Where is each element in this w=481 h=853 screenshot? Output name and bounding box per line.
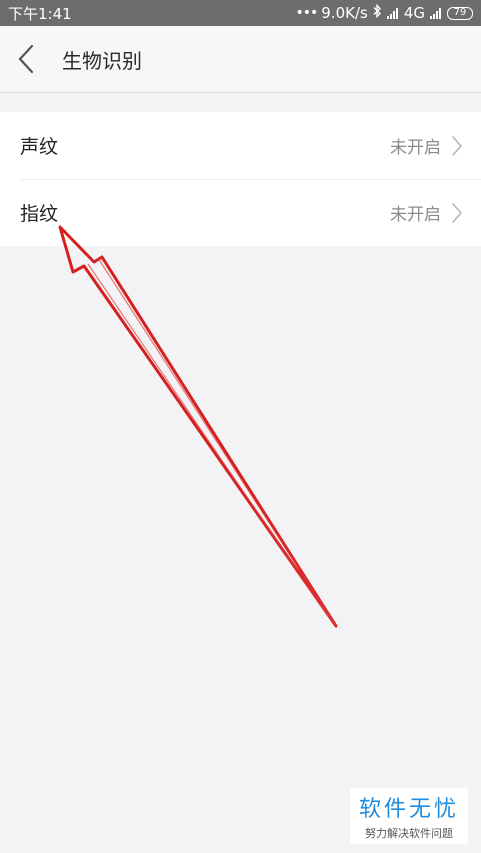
- settings-item-label: 声纹: [20, 136, 59, 158]
- chevron-left-icon: [18, 44, 34, 74]
- settings-item-voiceprint[interactable]: 声纹 未开启: [0, 112, 481, 179]
- settings-item-status: 未开启: [390, 138, 441, 158]
- status-indicators: ••• 9.0K/s 4G 79: [295, 3, 473, 22]
- bluetooth-icon: [372, 3, 382, 22]
- dots-icon: •••: [295, 5, 318, 21]
- settings-item-label: 指纹: [20, 203, 59, 225]
- status-time: 下午1:41: [8, 4, 72, 23]
- settings-item-right: 未开启: [390, 133, 463, 158]
- battery-level: 79: [453, 7, 467, 18]
- watermark-subtitle: 努力解决软件问题: [365, 827, 453, 840]
- settings-item-right: 未开启: [390, 200, 463, 225]
- watermark-title: 软件无忧: [358, 797, 459, 822]
- signal-icon: [386, 7, 400, 19]
- settings-item-status: 未开启: [390, 205, 441, 225]
- page-title: 生物识别: [62, 48, 142, 73]
- header: 生物识别: [0, 26, 481, 93]
- status-bar: 下午1:41 ••• 9.0K/s 4G 79: [0, 0, 481, 26]
- settings-item-fingerprint[interactable]: 指纹 未开启: [0, 179, 481, 246]
- watermark-logo: 软件无忧 努力解决软件问题: [350, 788, 468, 844]
- battery-icon: 79: [447, 6, 473, 20]
- back-button[interactable]: [0, 26, 52, 92]
- settings-list: 声纹 未开启 指纹 未开启: [0, 112, 481, 246]
- chevron-right-icon: [452, 135, 462, 156]
- chevron-right-icon: [452, 202, 462, 223]
- signal-icon-secondary: [429, 7, 443, 19]
- network-type: 4G: [403, 4, 425, 22]
- network-speed: 9.0K/s: [321, 4, 368, 22]
